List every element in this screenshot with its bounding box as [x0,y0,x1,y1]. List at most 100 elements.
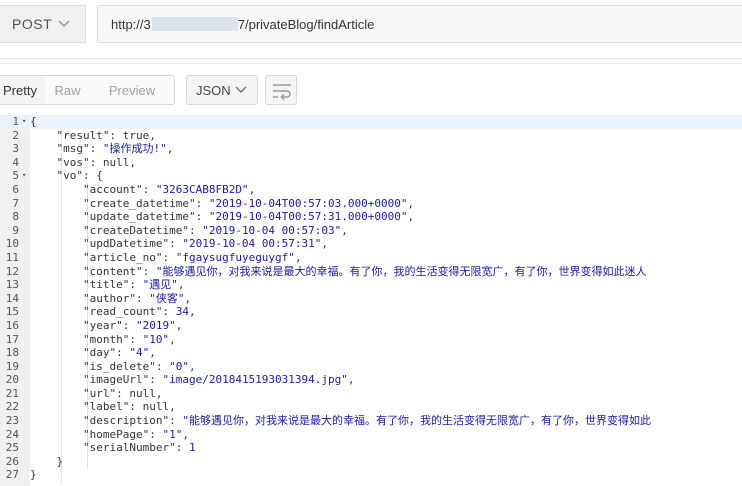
json-key: "author" [82,291,136,305]
code-line: "url": null, [30,387,742,401]
json-key: "vo" [56,169,84,183]
json-string: "0" [169,359,189,373]
json-punct [30,224,83,237]
line-number-text: 21 [5,386,19,400]
line-number-text: 6 [12,182,19,196]
json-punct [30,333,83,346]
line-number-text: 7 [12,196,19,210]
tab-raw[interactable]: Raw [45,76,90,104]
json-punct [30,278,83,291]
json-punct: : [135,291,150,305]
json-punct: , [149,346,156,360]
line-number: 10 [0,237,30,251]
json-punct: : [116,346,130,360]
method-select[interactable]: POST [0,5,86,43]
method-label: POST [12,16,53,32]
wrap-lines-button[interactable] [265,75,297,105]
json-punct: , [169,332,176,346]
response-body-editor[interactable]: 1 ▾ 2 3 4 5 ▾ 6 7 8 9 10 11 12 13 14 15 16 17 18 19 20 21 22 23 2… [0,115,742,486]
line-number: 5 ▾ [0,169,30,183]
json-punct: null [129,386,156,400]
line-number: 25 [0,441,30,455]
json-key: "month" [82,332,130,346]
json-punct: : [188,223,203,237]
json-punct: , [321,237,329,251]
line-number-text: 19 [5,359,19,373]
json-key: "createDatetime" [82,223,189,237]
json-punct: , [341,223,348,237]
json-punct: , [182,427,189,441]
json-string: "2019-10-04T00:57:03.000+0000" [208,196,408,210]
line-number: 14 [0,292,30,306]
chevron-down-icon [58,20,70,28]
json-string: "4" [129,346,150,360]
line-number: 4 [0,156,30,170]
json-key: "msg" [56,142,90,156]
line-number-text: 11 [5,250,19,264]
line-number-text: 25 [5,441,19,455]
json-key: "content" [82,264,143,278]
json-key: "create_datetime" [82,196,196,210]
line-number: 9 [0,224,30,238]
line-number: 2 [0,129,30,143]
request-bar: POST http://3 7/privateBlog/findArticle [0,0,742,50]
json-punct: : [195,210,209,224]
json-key: "homePage" [82,427,150,441]
code-line: { [30,115,742,129]
code-line: "account": "3263CAB8FB2D", [30,183,742,197]
json-punct: } [30,454,64,468]
line-number: 22 [0,400,30,414]
line-number-text: 3 [12,142,19,156]
code-line: "serialNumber": 1 [30,441,742,455]
fold-toggle-icon[interactable]: ▾ [22,169,26,183]
response-view-tabs: Pretty Raw Preview [0,75,175,105]
tab-preview[interactable]: Preview [90,76,174,104]
json-punct: , [407,210,415,224]
tab-pretty[interactable]: Pretty [0,76,45,104]
json-punct: : [155,359,170,373]
format-select[interactable]: JSON [186,75,258,105]
code-line: "create_datetime": "2019-10-04T00:57:03.… [30,197,742,211]
format-label: JSON [196,82,231,98]
line-number: 3 [0,142,30,156]
json-punct [30,237,83,250]
line-number: 26 [0,455,30,469]
json-key: "serialNumber" [82,441,176,455]
json-number: 1 [188,441,196,455]
json-punct: true [122,128,150,142]
json-punct: : [129,400,143,414]
line-number-text: 18 [5,346,19,360]
json-string: "2019-10-04 00:57:03" [202,223,342,237]
json-punct [30,373,83,386]
line-number-text: 2 [12,128,19,142]
line-number: 8 [0,210,30,224]
json-punct: , [188,305,196,319]
json-punct: : [162,250,176,264]
url-prefix: http://3 [111,16,151,32]
json-punct: } [30,468,37,482]
json-punct [30,387,83,400]
url-input[interactable]: http://3 7/privateBlog/findArticle [97,5,742,43]
json-punct: : [169,237,183,251]
code-line: "vo": { [30,169,742,183]
json-punct: , [407,196,415,210]
json-key: "label" [82,400,130,414]
code-line: "author": "侠客", [30,292,742,306]
code-line: "is_delete": "0", [30,360,742,374]
json-punct: , [184,291,192,305]
json-key: "is_delete" [82,359,156,373]
fold-toggle-icon[interactable]: ▾ [22,115,26,129]
json-punct: : [149,373,163,387]
json-punct: , [166,142,174,156]
json-string: "2019" [135,318,176,332]
json-key: "year" [82,318,123,332]
json-punct: : [142,182,156,196]
json-punct: : [89,142,103,156]
json-punct: : [109,128,123,142]
wrap-lines-icon [273,84,291,100]
line-number-text: 13 [5,278,19,292]
divider [0,63,742,64]
json-punct [30,210,83,223]
line-number: 12 [0,265,30,279]
json-key: "read_count" [82,305,163,319]
